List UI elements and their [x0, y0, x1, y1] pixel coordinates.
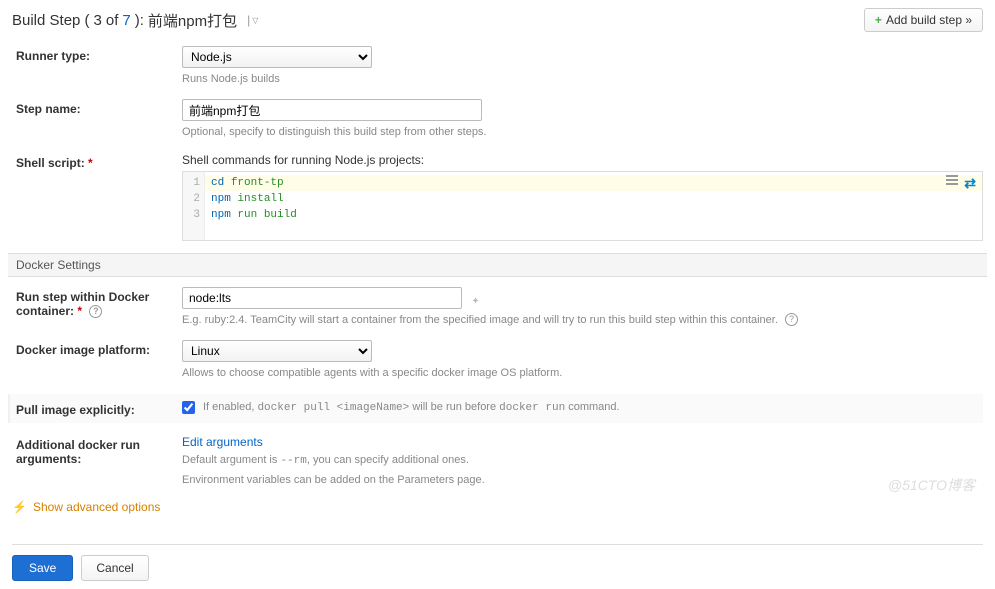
- edit-arguments-link[interactable]: Edit arguments: [182, 435, 983, 449]
- editor-menu-icon[interactable]: [946, 175, 958, 185]
- advanced-label: Show advanced options: [33, 500, 160, 514]
- pull-image-desc: If enabled, docker pull <imageName> will…: [203, 400, 620, 416]
- step-current: 3: [94, 12, 102, 29]
- pipe-icon: |: [247, 13, 250, 27]
- shell-script-label: Shell script: *: [16, 153, 182, 170]
- help-icon[interactable]: ?: [785, 313, 798, 326]
- step-name-label: Step name:: [16, 99, 182, 116]
- pull-image-label: Pull image explicitly:: [16, 400, 182, 417]
- shell-intro: Shell commands for running Node.js proje…: [182, 153, 983, 167]
- docker-args-hint1: Default argument is --rm, you can specif…: [182, 453, 983, 469]
- pull-image-checkbox[interactable]: [182, 401, 195, 414]
- step-name-input[interactable]: [182, 99, 482, 121]
- step-total: 7: [122, 12, 130, 29]
- title-dropdown[interactable]: | ▽: [247, 13, 258, 27]
- plus-icon: +: [875, 13, 882, 27]
- runner-type-hint: Runs Node.js builds: [182, 72, 983, 87]
- editor-body[interactable]: cd front-tp npm install npm run build: [205, 172, 982, 240]
- page-title: Build Step (3 of 7): 前端npm打包 | ▽: [12, 10, 258, 31]
- runner-type-select[interactable]: Node.js: [182, 46, 372, 68]
- help-icon[interactable]: ?: [89, 305, 102, 318]
- bolt-icon: ⚡: [12, 500, 27, 514]
- docker-section-header: Docker Settings: [8, 253, 987, 277]
- docker-platform-label: Docker image platform:: [16, 340, 182, 357]
- add-step-label: Add build step »: [886, 13, 972, 27]
- chevron-down-icon: ▽: [252, 16, 258, 25]
- docker-container-hint: E.g. ruby:2.4. TeamCity will start a con…: [182, 313, 983, 328]
- docker-container-input[interactable]: [182, 287, 462, 309]
- docker-platform-hint: Allows to choose compatible agents with …: [182, 366, 983, 381]
- cancel-button[interactable]: Cancel: [81, 555, 148, 581]
- editor-wrap-icon[interactable]: ⇄: [964, 175, 976, 192]
- show-advanced-link[interactable]: ⚡ Show advanced options: [12, 500, 983, 514]
- title-prefix: Build Step (: [12, 12, 90, 29]
- title-suffix: ):: [135, 12, 144, 29]
- step-of: of: [106, 12, 119, 29]
- docker-args-label: Additional docker run arguments:: [16, 435, 182, 466]
- docker-container-label: Run step within Docker container: * ?: [16, 287, 182, 318]
- add-build-step-button[interactable]: + Add build step »: [864, 8, 983, 32]
- shell-script-editor[interactable]: 1 2 3 cd front-tp npm install npm run bu…: [182, 171, 983, 241]
- docker-args-hint2: Environment variables can be added on th…: [182, 473, 983, 488]
- runner-type-label: Runner type:: [16, 46, 182, 63]
- magic-wand-icon[interactable]: [471, 293, 483, 305]
- title-step-name: 前端npm打包: [148, 10, 237, 31]
- step-name-hint: Optional, specify to distinguish this bu…: [182, 125, 983, 140]
- docker-platform-select[interactable]: Linux: [182, 340, 372, 362]
- editor-gutter: 1 2 3: [183, 172, 205, 240]
- save-button[interactable]: Save: [12, 555, 73, 581]
